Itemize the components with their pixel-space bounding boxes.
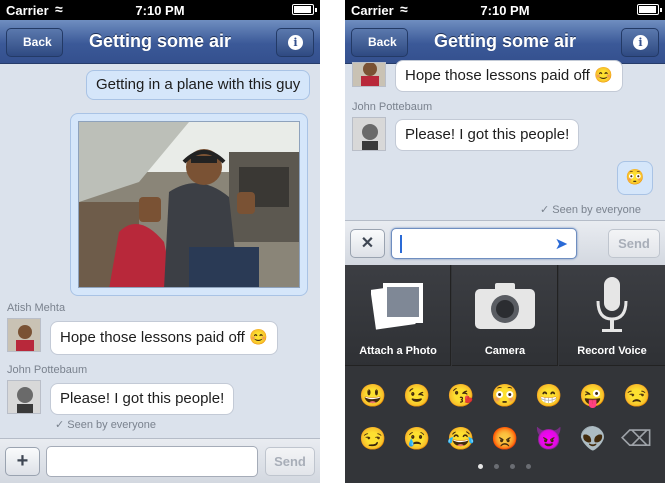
message-bubble-incoming: Please! I got this people! [50, 383, 235, 415]
conversation-title: Getting some air [88, 31, 232, 51]
status-time: 7:10 PM [480, 3, 530, 18]
emoji-key[interactable]: 😈 [535, 426, 562, 452]
message-input-bar: + Send [0, 438, 320, 483]
battery-icon [637, 4, 662, 15]
emoji-key[interactable]: 😡 [491, 426, 518, 452]
text-cursor [400, 235, 402, 253]
left-chat-screen: Carrier ≈ 7:10 PM Back Getting some air … [0, 0, 320, 483]
photos-icon [371, 283, 423, 330]
add-attachment-button[interactable]: + [5, 447, 40, 476]
info-icon: i [288, 35, 303, 50]
back-button[interactable]: Back [6, 28, 63, 57]
info-button[interactable]: i [621, 28, 659, 57]
message-input-bar: ✕ ➤ Send [345, 220, 665, 265]
camera-button[interactable]: Camera [452, 265, 558, 366]
photo-message[interactable] [70, 113, 308, 296]
message-bubble-incoming: Hope those lessons paid off 😊 [50, 321, 278, 355]
avatar[interactable] [352, 117, 386, 151]
send-button[interactable]: Send [608, 229, 660, 258]
seen-status: ✓ Seen by everyone [540, 204, 641, 216]
message-input[interactable] [46, 446, 258, 477]
avatar[interactable] [7, 380, 41, 414]
emoji-key[interactable]: 😘 [447, 383, 474, 409]
avatar[interactable] [352, 62, 386, 87]
emoji-key[interactable]: 😉 [403, 383, 430, 409]
emoji-key[interactable]: 😏 [359, 426, 386, 452]
camera-icon [475, 283, 535, 329]
emoji-key[interactable]: 😁 [535, 383, 562, 409]
send-button[interactable]: Send [265, 447, 315, 476]
emoji-key[interactable]: 👽 [579, 426, 606, 452]
attachment-panel: Attach a Photo Camera Record Voice 😃 😉 😘… [345, 265, 665, 483]
record-voice-label: Record Voice [577, 345, 647, 357]
emoji-key[interactable]: 😳 [491, 383, 518, 409]
attach-photo-label: Attach a Photo [359, 345, 437, 357]
sender-name: John Pottebaum [7, 364, 88, 376]
emoji-key[interactable]: 😒 [623, 383, 650, 409]
message-bubble-outgoing: Getting in a plane with this guy [86, 70, 311, 100]
info-icon: i [633, 35, 648, 50]
avatar[interactable] [7, 318, 41, 352]
sender-name: John Pottebaum [352, 101, 433, 113]
message-bubble-incoming: Hope those lessons paid off 😊 [395, 60, 623, 92]
seen-status: ✓ Seen by everyone [55, 419, 156, 431]
page-indicator [510, 464, 515, 469]
sender-name: Atish Mehta [7, 302, 66, 314]
emoji-key[interactable]: 😜 [579, 383, 606, 409]
page-indicator [526, 464, 531, 469]
emoji-key[interactable]: 😢 [403, 426, 430, 452]
back-button[interactable]: Back [351, 28, 408, 57]
location-arrow-icon[interactable]: ➤ [555, 234, 568, 254]
status-time: 7:10 PM [135, 3, 185, 18]
status-bar: Carrier ≈ 7:10 PM [345, 0, 665, 20]
message-bubble-outgoing-emoji: 😳 [617, 161, 653, 195]
shared-photo [78, 121, 300, 288]
conversation-title: Getting some air [433, 31, 577, 51]
right-chat-screen: Carrier ≈ 7:10 PM Back Getting some air … [345, 0, 665, 483]
emoji-key[interactable]: 😂 [447, 426, 474, 452]
backspace-icon[interactable]: ⌫ [621, 426, 652, 452]
record-voice-button[interactable]: Record Voice [559, 265, 665, 366]
info-button[interactable]: i [276, 28, 314, 57]
page-indicator [494, 464, 499, 469]
emoji-key[interactable]: 😃 [359, 383, 386, 409]
navigation-bar: Back Getting some air i [345, 20, 665, 64]
page-indicator-active [478, 464, 483, 469]
attach-photo-button[interactable]: Attach a Photo [345, 265, 451, 366]
message-input[interactable]: ➤ [391, 228, 577, 259]
microphone-icon [596, 277, 628, 332]
message-bubble-incoming: Please! I got this people! [395, 119, 580, 151]
close-attachments-button[interactable]: ✕ [350, 229, 385, 258]
battery-icon [292, 4, 317, 15]
status-bar: Carrier ≈ 7:10 PM [0, 0, 320, 20]
navigation-bar: Back Getting some air i [0, 20, 320, 64]
camera-label: Camera [484, 345, 526, 357]
